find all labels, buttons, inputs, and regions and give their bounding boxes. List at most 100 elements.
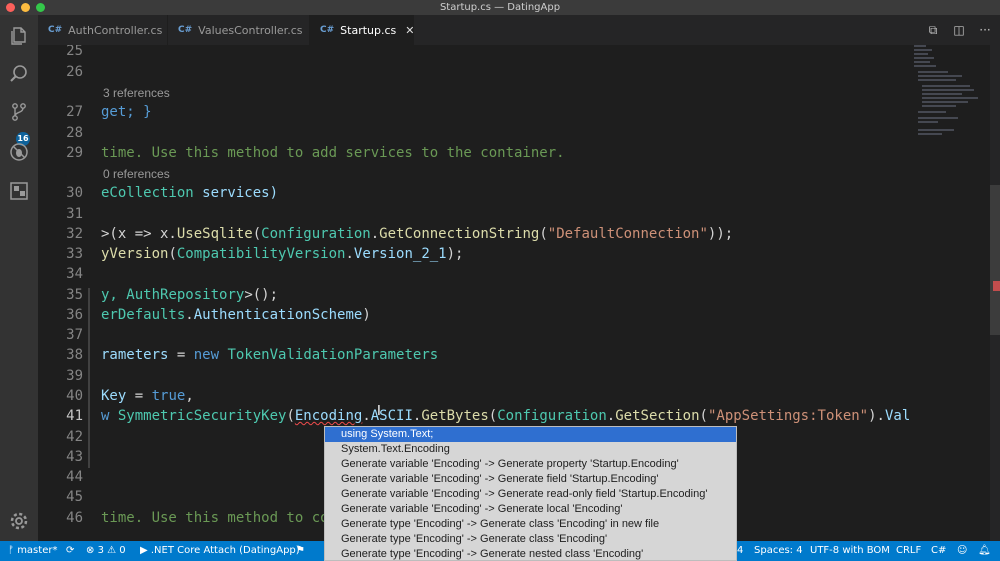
code-token: AuthenticationScheme: [193, 307, 363, 323]
minimap[interactable]: [910, 45, 990, 541]
vertical-scrollbar[interactable]: [990, 45, 1000, 541]
debug-icon[interactable]: [8, 141, 30, 163]
line-number: 43: [66, 449, 83, 465]
code-string: "AppSettings:Token": [707, 408, 869, 424]
line-number: 31: [66, 206, 83, 222]
branch-icon: ᚠ: [8, 545, 18, 556]
code-lens-references[interactable]: 3 references: [103, 86, 170, 100]
code-line-38: rameters = new TokenValidationParameters: [101, 347, 438, 363]
code-token: get; }: [101, 104, 152, 120]
error-icon: ⊗: [86, 545, 98, 556]
quick-fix-item[interactable]: Generate variable 'Encoding' -> Generate…: [325, 472, 736, 487]
code-token: ));: [707, 226, 734, 242]
quick-fix-item[interactable]: Generate variable 'Encoding' -> Generate…: [325, 502, 736, 517]
quick-fix-item[interactable]: Generate variable 'Encoding' -> Generate…: [325, 457, 736, 472]
line-number: 29: [66, 145, 83, 161]
code-keyword: true: [151, 388, 186, 404]
code-token: GetSection: [615, 408, 700, 424]
close-tab-icon[interactable]: ✕: [405, 24, 414, 37]
code-line-30: eCollection services): [101, 185, 278, 201]
tab-startup[interactable]: C# Startup.cs ✕: [310, 15, 414, 45]
line-number: 26: [66, 64, 83, 80]
play-icon: ▶: [140, 545, 151, 556]
code-token: .: [370, 226, 380, 242]
maximize-window-button[interactable]: [36, 3, 45, 12]
indent-guide: [88, 288, 90, 468]
notifications-bell-icon[interactable]: 🔔︎: [978, 541, 991, 561]
code-line-40: Key = true,: [101, 388, 194, 404]
code-token: Configuration: [261, 226, 371, 242]
code-token: =: [168, 347, 194, 363]
line-number: 27: [66, 104, 83, 120]
line-number: 42: [66, 429, 83, 445]
code-line-35: y, AuthRepository>();: [101, 287, 278, 303]
editor-actions: ⧉ ◫ ···: [926, 15, 992, 45]
explorer-icon[interactable]: [8, 25, 30, 47]
git-branch[interactable]: ᚠ master*: [8, 541, 57, 561]
quick-fix-item[interactable]: Generate type 'Encoding' -> Generate cla…: [325, 532, 736, 547]
code-token: ): [362, 307, 371, 323]
tab-label: AuthController.cs: [68, 23, 163, 37]
code-token: rameters: [101, 347, 169, 363]
code-token: TokenValidationParameters: [227, 347, 439, 363]
minimize-window-button[interactable]: [21, 3, 30, 12]
code-comment: time. Use this method to add services to…: [101, 145, 565, 161]
code-token: CompatibilityVersion: [176, 246, 346, 262]
language-mode[interactable]: C#: [931, 541, 946, 561]
tab-valuescontroller[interactable]: C# ValuesController.cs: [168, 15, 310, 45]
quick-fix-item[interactable]: using System.Text;: [325, 427, 736, 442]
code-token: y,: [101, 287, 127, 303]
search-icon[interactable]: [8, 63, 30, 85]
omnisharp-icon[interactable]: ⚑: [296, 541, 305, 561]
code-lens-references[interactable]: 0 references: [103, 167, 170, 181]
indentation[interactable]: Spaces: 4: [754, 541, 803, 561]
line-number: 38: [66, 347, 83, 363]
quick-fix-item[interactable]: System.Text.Encoding: [325, 442, 736, 457]
settings-gear-icon[interactable]: [8, 510, 30, 532]
mouse-text-cursor: I: [377, 404, 381, 419]
code-token: >();: [244, 287, 279, 303]
sync-icon[interactable]: ⟳: [66, 541, 74, 561]
code-token: (: [699, 408, 708, 424]
quick-fix-item[interactable]: Generate type 'Encoding' -> Generate nes…: [325, 547, 736, 560]
code-token: eCollection: [101, 185, 194, 201]
quick-fix-item[interactable]: Generate variable 'Encoding' -> Generate…: [325, 487, 736, 502]
code-token: >(x => x.: [101, 226, 177, 242]
file-encoding[interactable]: UTF-8 with BOM: [810, 541, 890, 561]
code-token: SymmetricSecurityKey: [117, 408, 287, 424]
code-token: yVersion: [101, 246, 169, 262]
line-number: 40: [66, 388, 83, 404]
code-token: ).: [868, 408, 885, 424]
error-marker: [993, 281, 1000, 291]
csharp-file-icon: C#: [48, 25, 63, 35]
line-number-current: 41: [66, 408, 83, 424]
problems-indicator[interactable]: ⊗ 3 ⚠ 0: [86, 541, 126, 561]
debug-target[interactable]: ▶ .NET Core Attach (DatingApp): [140, 541, 300, 561]
code-token: Version_2_1: [353, 246, 447, 262]
line-number: 46: [66, 510, 83, 526]
code-keyword: new: [193, 347, 220, 363]
close-window-button[interactable]: [6, 3, 15, 12]
more-actions-icon[interactable]: ···: [978, 23, 992, 37]
code-line-33: yVersion(CompatibilityVersion.Version_2_…: [101, 246, 463, 262]
code-token: UseSqlite: [176, 226, 253, 242]
tab-label: ValuesController.cs: [198, 23, 303, 37]
tab-authcontroller[interactable]: C# AuthController.cs: [38, 15, 168, 45]
quick-fix-item[interactable]: Generate type 'Encoding' -> Generate cla…: [325, 517, 736, 532]
split-editor-icon[interactable]: ◫: [952, 23, 966, 37]
code-line-32: >(x => x.UseSqlite(Configuration.GetConn…: [101, 226, 733, 242]
line-number: 33: [66, 246, 83, 262]
line-number: 44: [66, 469, 83, 485]
code-token: Key: [101, 388, 127, 404]
line-endings[interactable]: CRLF: [896, 541, 921, 561]
code-token: Configuration: [497, 408, 607, 424]
cursor-position[interactable]: 4: [737, 541, 743, 561]
extensions-icon[interactable]: [8, 180, 30, 202]
line-number: 35: [66, 287, 83, 303]
feedback-icon[interactable]: ☺: [957, 541, 967, 561]
open-changes-icon[interactable]: ⧉: [926, 23, 940, 38]
code-error-token[interactable]: Encoding: [295, 408, 362, 424]
scrollbar-thumb[interactable]: [990, 185, 1000, 335]
source-control-icon[interactable]: [8, 101, 30, 123]
code-token: .: [185, 307, 194, 323]
